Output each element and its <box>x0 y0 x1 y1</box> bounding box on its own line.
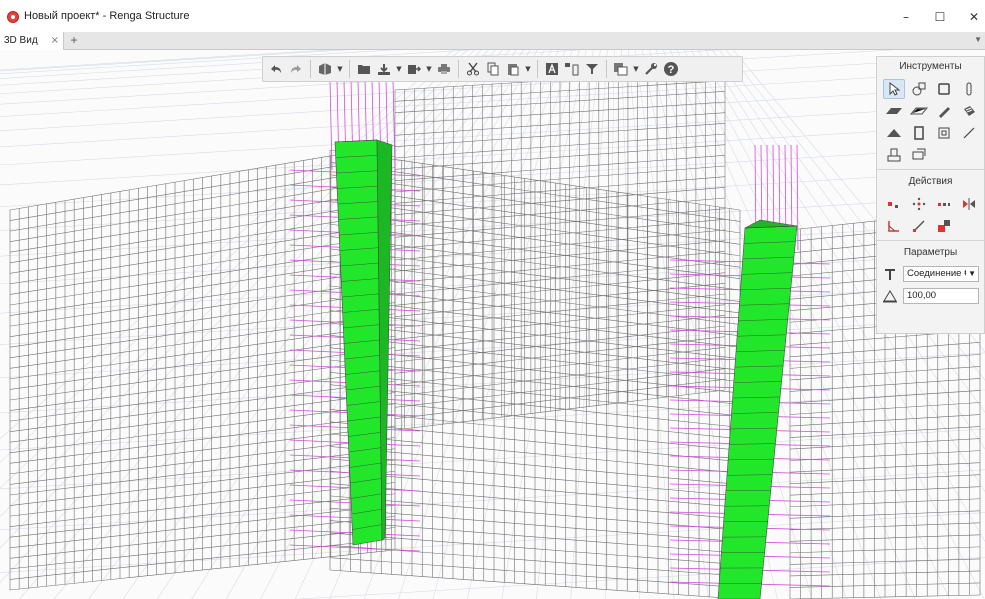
toolbar-separator <box>349 60 350 78</box>
length-input[interactable]: 100,00 <box>903 288 979 304</box>
text-icon[interactable] <box>543 59 561 79</box>
panel-divider <box>877 169 984 170</box>
length-param-row: 100,00 <box>877 285 984 307</box>
rectangle-tool-icon[interactable] <box>933 79 955 99</box>
minimize-button[interactable]: – <box>895 8 917 26</box>
open-icon[interactable] <box>355 59 373 79</box>
tools-section-title: Инструменты <box>899 61 962 72</box>
scale-action-icon[interactable] <box>933 216 955 236</box>
3d-view-dropdown-icon[interactable]: ▼ <box>336 59 344 79</box>
tab-3d-view[interactable]: 3D Вид × <box>0 32 64 50</box>
foundation-tool-icon[interactable] <box>883 145 905 165</box>
offset-icon <box>881 287 899 305</box>
tab-close-icon[interactable]: × <box>51 32 59 50</box>
tab-3d-view-label: 3D Вид <box>4 35 38 46</box>
export-icon[interactable] <box>405 59 423 79</box>
renga-app-icon <box>7 11 19 23</box>
settings-wrench-icon[interactable] <box>642 59 660 79</box>
connection-type-icon <box>881 265 899 283</box>
title-bar: Новый проект* - Renga Structure – ☐ ✕ <box>0 0 985 32</box>
trim-action-icon[interactable] <box>883 216 905 236</box>
3d-scene[interactable] <box>0 50 985 599</box>
line-tool-icon[interactable] <box>958 123 980 143</box>
parameters-section-title: Параметры <box>903 247 958 258</box>
connection-tool-icon[interactable] <box>908 145 930 165</box>
connection-select-value: Соединение € <box>907 268 970 279</box>
roof-tool-icon[interactable] <box>883 123 905 143</box>
properties-panel: Инструменты Действия Параметры Соединени… <box>876 56 985 334</box>
connection-select[interactable]: Соединение € ▼ <box>903 266 979 282</box>
copy-icon[interactable] <box>484 59 502 79</box>
close-button[interactable]: ✕ <box>963 8 985 26</box>
tab-list-menu-icon[interactable]: ▼ <box>974 35 982 44</box>
array-action-icon[interactable] <box>933 194 955 214</box>
cut-icon[interactable] <box>464 59 482 79</box>
add-tab-button[interactable]: + <box>66 32 82 50</box>
undo-icon[interactable] <box>267 59 285 79</box>
save-dropdown-icon[interactable]: ▼ <box>395 59 403 79</box>
tools-grid <box>877 77 984 167</box>
rebar-line-tool-icon[interactable] <box>958 101 980 121</box>
actions-grid <box>877 192 984 238</box>
slab-tool-icon[interactable] <box>883 101 905 121</box>
plate-tool-icon[interactable] <box>908 101 930 121</box>
layers-dropdown-icon[interactable]: ▼ <box>632 59 640 79</box>
save-icon[interactable] <box>375 59 393 79</box>
panel-divider <box>877 240 984 241</box>
align-icon[interactable] <box>563 59 581 79</box>
3d-viewport[interactable] <box>0 50 985 599</box>
toolbar-separator <box>606 60 607 78</box>
column-rebar-tool-icon[interactable] <box>908 79 930 99</box>
toolbar-separator <box>458 60 459 78</box>
3d-view-icon[interactable] <box>316 59 334 79</box>
connection-param-row: Соединение € ▼ <box>877 263 984 285</box>
rotate-action-icon[interactable] <box>908 194 930 214</box>
window-title: Новый проект* - Renga Structure <box>24 10 190 22</box>
opening-tool-icon[interactable] <box>933 123 955 143</box>
wall-tool-icon[interactable] <box>908 123 930 143</box>
layers-icon[interactable] <box>612 59 630 79</box>
paste-icon[interactable] <box>504 59 522 79</box>
print-icon[interactable] <box>435 59 453 79</box>
select-tool-icon[interactable] <box>883 79 905 99</box>
maximize-button[interactable]: ☐ <box>929 8 951 26</box>
redo-icon[interactable] <box>287 59 305 79</box>
filter-icon[interactable] <box>583 59 601 79</box>
beam-tool-icon[interactable] <box>933 101 955 121</box>
rod-tool-icon[interactable] <box>958 79 980 99</box>
move-action-icon[interactable] <box>883 194 905 214</box>
mirror-action-icon[interactable] <box>958 194 980 214</box>
actions-section-title: Действия <box>908 176 953 187</box>
document-tab-strip: 3D Вид × + ▼ <box>0 32 985 50</box>
toolbar-separator <box>537 60 538 78</box>
extend-action-icon[interactable] <box>908 216 930 236</box>
help-icon[interactable]: ? <box>662 59 680 79</box>
paste-dropdown-icon[interactable]: ▼ <box>524 59 532 79</box>
chevron-down-icon: ▼ <box>966 267 976 281</box>
toolbar-separator <box>310 60 311 78</box>
svg-text:?: ? <box>668 64 675 76</box>
export-dropdown-icon[interactable]: ▼ <box>425 59 433 79</box>
main-toolbar: ▼ ▼ ▼ ▼ ▼ ? <box>262 56 743 82</box>
